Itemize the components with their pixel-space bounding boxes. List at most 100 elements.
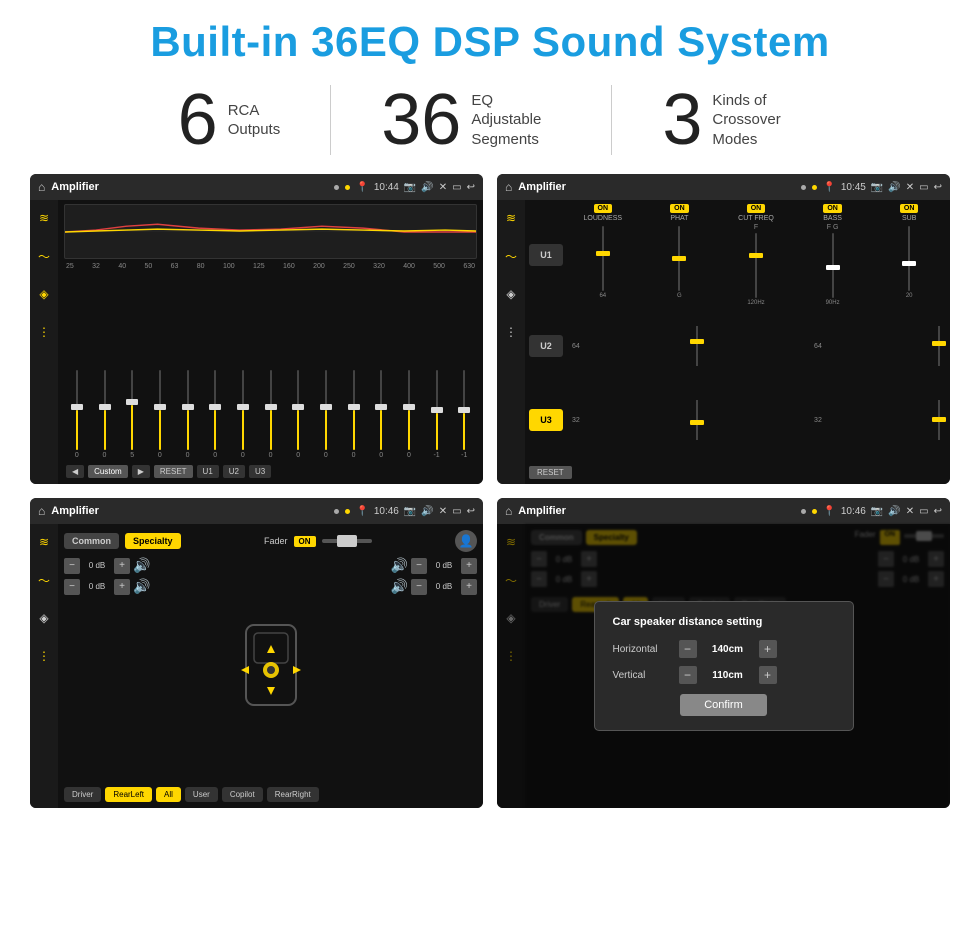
eq-slider-8[interactable]: 0: [285, 370, 311, 459]
dialog-row-vertical: Vertical − 110cm +: [613, 666, 835, 684]
screen4-title: Amplifier: [518, 505, 795, 517]
close-icon-2[interactable]: ✕: [906, 182, 914, 193]
eq-slider-11[interactable]: 0: [368, 370, 394, 459]
eq-slider-13[interactable]: -1: [424, 370, 450, 459]
wave-icon[interactable]: 〜: [34, 246, 54, 266]
eq-slider-2[interactable]: 5: [119, 370, 145, 459]
prev-btn[interactable]: ◀: [66, 465, 84, 478]
vertical-minus[interactable]: −: [679, 666, 697, 684]
eq-slider-1[interactable]: 0: [92, 370, 118, 459]
db-row-2: − 0 dB + 🔊: [64, 578, 154, 595]
u3-btn[interactable]: U3: [249, 465, 271, 478]
split-icon-2[interactable]: ⋮: [501, 322, 521, 342]
split-icon[interactable]: ⋮: [34, 322, 54, 342]
cutfreq-slider[interactable]: [755, 233, 757, 298]
window-icon-2[interactable]: ▭: [919, 182, 928, 193]
volume-icon-2[interactable]: 🔊: [888, 182, 900, 193]
back-icon-4[interactable]: ↩: [934, 506, 942, 517]
bass-slider[interactable]: [832, 233, 834, 298]
db-minus-4[interactable]: −: [411, 579, 427, 595]
eq-slider-3[interactable]: 0: [147, 370, 173, 459]
loudness-slider[interactable]: [602, 226, 604, 291]
eq-icon[interactable]: ≋: [34, 208, 54, 228]
u2-btn[interactable]: U2: [223, 465, 245, 478]
eq-slider-10[interactable]: 0: [341, 370, 367, 459]
window-icon-3[interactable]: ▭: [452, 506, 461, 517]
u2-button[interactable]: U2: [529, 335, 563, 357]
split-icon-3[interactable]: ⋮: [34, 646, 54, 666]
wave-icon-2[interactable]: 〜: [501, 246, 521, 266]
window-icon-4[interactable]: ▭: [919, 506, 928, 517]
home-icon-2[interactable]: ⌂: [505, 180, 512, 194]
rearleft-btn[interactable]: RearLeft: [105, 787, 152, 802]
eq-slider-6[interactable]: 0: [230, 370, 256, 459]
eq-icon-2[interactable]: ≋: [501, 208, 521, 228]
close-icon[interactable]: ✕: [439, 182, 447, 193]
close-icon-4[interactable]: ✕: [906, 506, 914, 517]
wave-icon-3[interactable]: 〜: [34, 570, 54, 590]
all-btn[interactable]: All: [156, 787, 181, 802]
horizontal-minus[interactable]: −: [679, 640, 697, 658]
u1-button[interactable]: U1: [529, 244, 563, 266]
eq-slider-12[interactable]: 0: [396, 370, 422, 459]
eq-slider-14[interactable]: -1: [451, 370, 477, 459]
next-btn[interactable]: ▶: [132, 465, 150, 478]
sub-slider[interactable]: [908, 226, 910, 291]
home-icon-3[interactable]: ⌂: [38, 504, 45, 518]
reset-btn[interactable]: RESET: [154, 465, 193, 478]
volume-icon[interactable]: 🔊: [421, 182, 433, 193]
screen1-left-icons: ≋ 〜 ◈ ⋮: [30, 200, 58, 484]
confirm-button[interactable]: Confirm: [680, 694, 767, 716]
u1-btn[interactable]: U1: [197, 465, 219, 478]
sub-on[interactable]: ON: [900, 204, 919, 213]
eq-slider-4[interactable]: 0: [175, 370, 201, 459]
eq-slider-5[interactable]: 0: [202, 370, 228, 459]
bass-on[interactable]: ON: [823, 204, 842, 213]
home-icon-4[interactable]: ⌂: [505, 504, 512, 518]
sub-label: SUB: [902, 215, 916, 222]
cutfreq-on[interactable]: ON: [747, 204, 766, 213]
cross-u1-controls: ON LOUDNESS 64 ON PHAT: [566, 204, 946, 306]
db-plus-3[interactable]: +: [461, 558, 477, 574]
fader-sidebar: ≋ 〜 ◈ ⋮: [30, 524, 58, 808]
u3-button[interactable]: U3: [529, 409, 563, 431]
horizontal-plus[interactable]: +: [759, 640, 777, 658]
speaker-icon-2[interactable]: ◈: [501, 284, 521, 304]
eq-icon-3[interactable]: ≋: [34, 532, 54, 552]
user-btn[interactable]: User: [185, 787, 218, 802]
speaker-icon-3[interactable]: ◈: [34, 608, 54, 628]
back-icon-3[interactable]: ↩: [467, 506, 475, 517]
custom-btn[interactable]: Custom: [88, 465, 128, 478]
back-icon[interactable]: ↩: [467, 182, 475, 193]
db-plus-4[interactable]: +: [461, 579, 477, 595]
screen3-header: ⌂ Amplifier 📍 10:46 📷 🔊 ✕ ▭ ↩: [30, 498, 483, 524]
copilot-btn[interactable]: Copilot: [222, 787, 263, 802]
specialty-tab[interactable]: Specialty: [125, 533, 181, 549]
phat-on[interactable]: ON: [670, 204, 689, 213]
db-plus-1[interactable]: +: [114, 558, 130, 574]
loudness-on[interactable]: ON: [594, 204, 613, 213]
window-icon[interactable]: ▭: [452, 182, 461, 193]
camera-icon-4: 📷: [871, 506, 883, 517]
rearright-btn[interactable]: RearRight: [267, 787, 319, 802]
phat-slider[interactable]: [678, 226, 680, 291]
home-icon[interactable]: ⌂: [38, 180, 45, 194]
db-minus-2[interactable]: −: [64, 579, 80, 595]
common-tab[interactable]: Common: [64, 533, 119, 549]
eq-slider-0[interactable]: 0: [64, 370, 90, 459]
speaker-icon[interactable]: ◈: [34, 284, 54, 304]
dialog-title: Car speaker distance setting: [613, 616, 835, 628]
db-plus-2[interactable]: +: [114, 579, 130, 595]
driver-btn[interactable]: Driver: [64, 787, 101, 802]
horizontal-val: 140cm: [703, 644, 753, 655]
db-minus-3[interactable]: −: [411, 558, 427, 574]
volume-icon-4[interactable]: 🔊: [888, 506, 900, 517]
eq-slider-9[interactable]: 0: [313, 370, 339, 459]
db-minus-1[interactable]: −: [64, 558, 80, 574]
close-icon-3[interactable]: ✕: [439, 506, 447, 517]
cross-reset-btn[interactable]: RESET: [529, 466, 572, 479]
eq-slider-7[interactable]: 0: [258, 370, 284, 459]
volume-icon-3[interactable]: 🔊: [421, 506, 433, 517]
vertical-plus[interactable]: +: [759, 666, 777, 684]
back-icon-2[interactable]: ↩: [934, 182, 942, 193]
